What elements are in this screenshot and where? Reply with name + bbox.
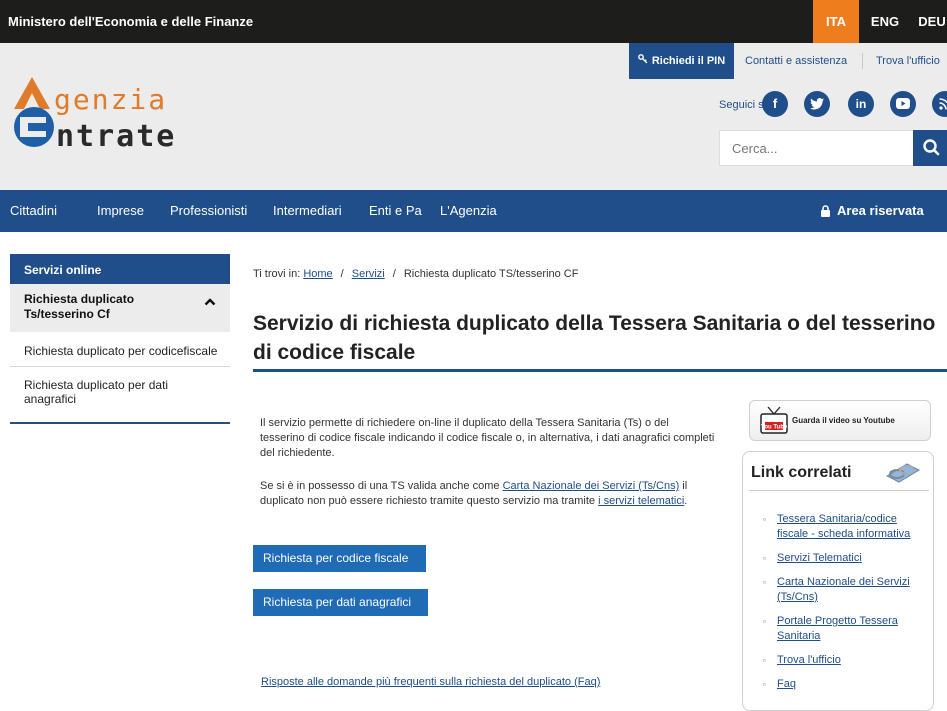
title-divider: [253, 369, 947, 372]
language-ita[interactable]: ITA: [813, 0, 859, 43]
language-eng[interactable]: ENG: [864, 0, 906, 43]
list-item: Servizi Telematici: [763, 551, 923, 566]
chevron-up-icon: [204, 298, 216, 306]
lock-icon: [821, 205, 830, 217]
breadcrumb-home[interactable]: Home: [303, 268, 332, 280]
contacts-link[interactable]: Contatti e assistenza: [745, 43, 847, 79]
find-office-link[interactable]: Trova l'ufficio: [876, 43, 940, 79]
faq-link[interactable]: Risposte alle domande più frequenti sull…: [261, 676, 600, 688]
tv-youtube-icon: You Tube: [760, 406, 788, 434]
nav-professionisti[interactable]: Professionisti: [170, 190, 247, 232]
related-link-servizi-telematici[interactable]: Servizi Telematici: [777, 552, 862, 564]
list-item: Portale Progetto Tessera Sanitaria: [763, 614, 923, 644]
search-input[interactable]: [720, 131, 910, 165]
chain-link-icon: [885, 463, 921, 483]
header-divider: [862, 53, 863, 69]
related-link-faq[interactable]: Faq: [777, 678, 796, 690]
request-pin-button[interactable]: Richiedi il PIN: [629, 43, 734, 79]
breadcrumb-prefix: Ti trovi in:: [253, 268, 301, 280]
related-links-title: Link correlati: [751, 464, 852, 481]
telematic-services-link[interactable]: i servizi telematici: [598, 495, 684, 507]
list-item: Tessera Sanitaria/codice fiscale - sched…: [763, 512, 923, 542]
sidebar-item-codice-fiscale[interactable]: Richiesta duplicato per codicefiscale: [10, 332, 230, 367]
related-link-trova-ufficio[interactable]: Trova l'ufficio: [777, 654, 841, 666]
related-link-scheda[interactable]: Tessera Sanitaria/codice fiscale - sched…: [777, 513, 910, 540]
request-pin-label: Richiedi il PIN: [651, 55, 726, 67]
top-bar: Ministero dell'Economia e delle Finanze …: [0, 0, 947, 43]
youtube-icon[interactable]: [890, 91, 916, 117]
list-item: Faq: [763, 677, 923, 692]
logo-word-entrate: ntrate: [56, 119, 177, 154]
breadcrumb-current: Richiesta duplicato TS/tesserino CF: [403, 268, 579, 280]
facebook-icon[interactable]: f: [762, 91, 788, 117]
sidebar-item-label: Richiesta duplicato Ts/tesserino Cf: [24, 292, 135, 321]
page-title: Servizio di richiesta duplicato della Te…: [253, 312, 936, 364]
main-navigation: Cittadini Imprese Professionisti Interme…: [0, 190, 947, 232]
nav-agenzia[interactable]: L'Agenzia: [440, 190, 497, 232]
intro-paragraph: Il servizio permette di richiedere on-li…: [260, 417, 715, 459]
twitter-icon[interactable]: [804, 91, 830, 117]
site-header: Richiedi il PIN Contatti e assistenza Tr…: [0, 43, 947, 190]
reserved-area-label: Area riservata: [837, 203, 924, 218]
sidebar-item-dati-anagrafici[interactable]: Richiesta duplicato per dati anagrafici: [10, 367, 230, 424]
request-by-fiscal-code-button[interactable]: Richiesta per codice fiscale: [253, 545, 426, 572]
sidebar-item-active[interactable]: Richiesta duplicato Ts/tesserino Cf: [10, 284, 230, 332]
rss-icon[interactable]: [932, 91, 947, 117]
nav-enti-e-pa[interactable]: Enti e Pa: [369, 190, 422, 232]
key-icon: [637, 43, 648, 79]
ministry-name[interactable]: Ministero dell'Economia e delle Finanze: [8, 14, 253, 29]
youtube-label: Guarda il video su Youtube: [792, 416, 895, 425]
linkedin-icon[interactable]: in: [848, 91, 874, 117]
related-links-list: Tessera Sanitaria/codice fiscale - sched…: [763, 512, 923, 701]
related-link-cns[interactable]: Carta Nazionale dei Servizi (Ts/Cns): [777, 576, 910, 603]
cns-paragraph: Se si è in possesso di una TS valida anc…: [260, 480, 688, 507]
nav-intermediari[interactable]: Intermediari: [273, 190, 342, 232]
nav-imprese[interactable]: Imprese: [97, 190, 144, 232]
cns-link[interactable]: Carta Nazionale dei Servizi (Ts/Cns): [503, 480, 680, 492]
reserved-area-link[interactable]: Area riservata: [820, 190, 924, 232]
related-links-box: Link correlati Tessera Sanitaria/codice …: [742, 451, 934, 711]
agenzia-entrate-logo[interactable]: genzia ntrate: [10, 73, 230, 154]
search-icon: [923, 139, 940, 156]
list-item: Carta Nazionale dei Servizi (Ts/Cns): [763, 575, 923, 605]
logo-word-agenzia: genzia: [54, 83, 168, 116]
breadcrumb-servizi[interactable]: Servizi: [352, 268, 385, 280]
related-links-divider: [749, 490, 929, 491]
youtube-video-box[interactable]: You Tube Guarda il video su Youtube: [749, 400, 931, 441]
nav-cittadini[interactable]: Cittadini: [10, 190, 57, 232]
sidebar-heading[interactable]: Servizi online: [10, 254, 230, 284]
breadcrumb: Ti trovi in: Home / Servizi / Richiesta dupl…: [253, 268, 579, 280]
sidebar: Servizi online Richiesta duplicato Ts/te…: [10, 254, 230, 424]
language-deu[interactable]: DEU: [912, 0, 947, 43]
related-link-portale[interactable]: Portale Progetto Tessera Sanitaria: [777, 615, 898, 642]
svg-text:You Tube: You Tube: [761, 425, 788, 431]
search-button[interactable]: [913, 130, 947, 166]
search-box: [719, 130, 947, 166]
request-by-personal-data-button[interactable]: Richiesta per dati anagrafici: [253, 589, 428, 616]
list-item: Trova l'ufficio: [763, 653, 923, 668]
